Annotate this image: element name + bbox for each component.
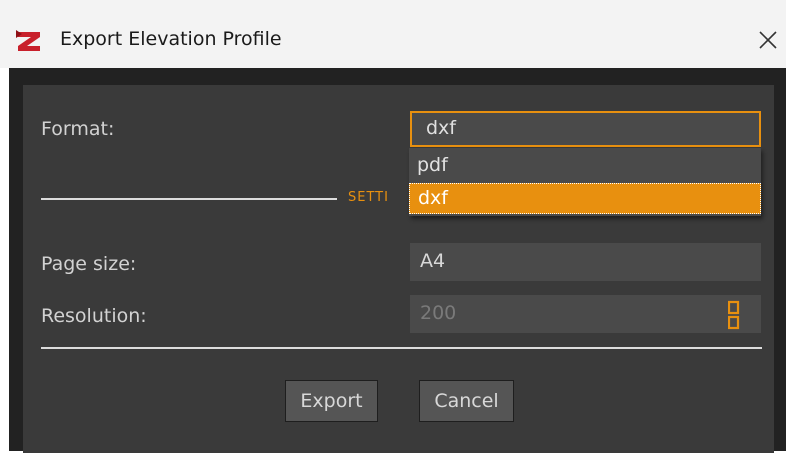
dropdown-option-dxf[interactable]: dxf — [409, 183, 761, 214]
settings-panel: Format: dxf SETTI Page size: A4 Resoluti… — [23, 85, 774, 453]
export-button[interactable]: Export — [285, 380, 378, 422]
resolution-field[interactable]: 200 — [410, 295, 761, 333]
app-logo-icon — [16, 30, 40, 51]
format-label: Format: — [41, 118, 115, 140]
format-dropdown-list: pdf dxf — [409, 148, 761, 216]
close-icon[interactable] — [752, 22, 782, 56]
section-divider-left — [41, 198, 337, 200]
resolution-label: Resolution: — [41, 305, 147, 327]
title-bar: Export Elevation Profile — [0, 0, 786, 68]
export-dialog: Export Elevation Profile Format: dxf SET… — [0, 0, 786, 458]
page-size-label: Page size: — [41, 253, 137, 275]
format-combobox[interactable]: dxf — [410, 111, 761, 147]
window-title: Export Elevation Profile — [60, 28, 282, 50]
dropdown-option-pdf[interactable]: pdf — [409, 151, 761, 182]
section-title: SETTI — [348, 190, 389, 205]
cancel-button[interactable]: Cancel — [419, 380, 514, 422]
page-size-field[interactable]: A4 — [410, 243, 761, 281]
bottom-divider — [41, 347, 762, 349]
spinner-arrows-icon[interactable] — [728, 299, 740, 331]
dialog-body: Format: dxf SETTI Page size: A4 Resoluti… — [9, 68, 786, 453]
